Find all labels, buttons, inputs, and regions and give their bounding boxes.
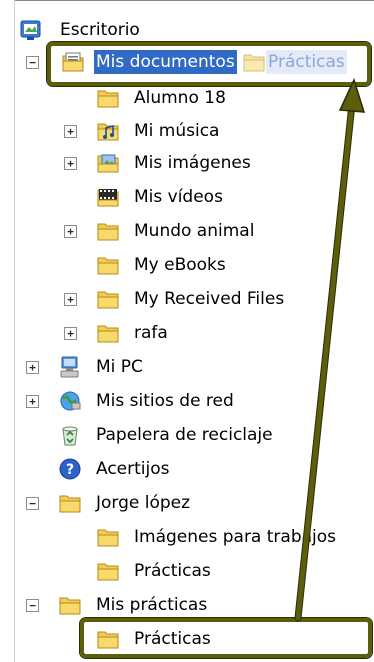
pictures-folder-icon xyxy=(96,151,120,175)
tree-item-label: Papelera de reciclaje xyxy=(96,425,273,445)
recycle-bin-icon xyxy=(58,423,82,447)
tree-item-label: My Received Files xyxy=(134,289,285,309)
expand-button[interactable]: + xyxy=(64,157,77,170)
tree-item-my-received-files[interactable]: + My Received Files xyxy=(0,284,374,314)
tree-item-label: Jorge lópez xyxy=(96,493,191,513)
tree-item-jorge-lopez[interactable]: − Jorge lópez xyxy=(0,488,374,518)
tree-item-label: Acertijos xyxy=(96,459,170,479)
tree-item-label: Imágenes para trabajos xyxy=(134,527,337,547)
collapse-button[interactable]: − xyxy=(26,497,39,510)
tree-item-label: Escritorio xyxy=(60,20,140,40)
highlight-box-target xyxy=(80,618,372,658)
folder-icon xyxy=(96,525,120,549)
tree-item-mis-practicas[interactable]: − Mis prácticas xyxy=(0,590,374,620)
tree-item-label: rafa xyxy=(134,323,168,343)
tree-item-label: Mis imágenes xyxy=(134,153,251,173)
tree-item-practicas-jorge[interactable]: Prácticas xyxy=(0,556,374,586)
tree-item-my-ebooks[interactable]: My eBooks xyxy=(0,250,374,280)
tree-item-mis-imagenes[interactable]: + Mis imágenes xyxy=(0,148,374,178)
tree-item-mi-pc[interactable]: + Mi PC xyxy=(0,352,374,382)
tree-item-label: Alumno 18 xyxy=(134,88,226,108)
tree-item-desktop[interactable]: Escritorio xyxy=(0,15,374,45)
tree-item-label: Mundo animal xyxy=(134,221,255,241)
folder-icon xyxy=(58,491,82,515)
expand-button[interactable]: + xyxy=(64,125,77,138)
folder-icon xyxy=(96,219,120,243)
tree-item-mis-sitios-de-red[interactable]: + Mis sitios de red xyxy=(0,386,374,416)
tree-item-mundo-animal[interactable]: + Mundo animal xyxy=(0,216,374,246)
videos-folder-icon xyxy=(96,185,120,209)
music-folder-icon xyxy=(96,119,120,143)
collapse-button[interactable]: − xyxy=(26,56,39,69)
tree-item-label: My eBooks xyxy=(134,255,226,275)
tree-item-label: Prácticas xyxy=(134,561,211,581)
folder-icon xyxy=(96,86,120,110)
tree-item-rafa[interactable]: + rafa xyxy=(0,318,374,348)
tree-item-label: Mi música xyxy=(134,121,220,141)
tree-item-mi-musica[interactable]: + Mi música xyxy=(0,116,374,146)
tree-item-imagenes-para-trabajos[interactable]: Imágenes para trabajos xyxy=(0,522,374,552)
expand-button[interactable]: + xyxy=(64,225,77,238)
tree-item-label: Mis prácticas xyxy=(96,595,208,615)
collapse-button[interactable]: − xyxy=(26,599,39,612)
computer-icon xyxy=(58,355,82,379)
tree-border xyxy=(14,0,374,1)
folder-icon xyxy=(96,287,120,311)
expand-button[interactable]: + xyxy=(26,395,39,408)
folder-icon xyxy=(58,593,82,617)
expand-button[interactable]: + xyxy=(64,293,77,306)
tree-item-mis-videos[interactable]: Mis vídeos xyxy=(0,182,374,212)
folder-tree: Escritorio − Mis documentos Prácticas Al… xyxy=(0,0,374,662)
expand-button[interactable]: + xyxy=(64,327,77,340)
tree-item-label: Mis vídeos xyxy=(134,187,223,207)
tree-item-label: Mis sitios de red xyxy=(96,391,234,411)
folder-icon xyxy=(96,321,120,345)
folder-icon xyxy=(96,253,120,277)
expand-button[interactable]: + xyxy=(26,361,39,374)
desktop-icon xyxy=(19,18,43,42)
tree-item-alumno18[interactable]: Alumno 18 xyxy=(0,83,374,113)
highlight-box-source xyxy=(47,42,371,86)
tree-item-label: Mi PC xyxy=(96,357,143,377)
help-icon: ? xyxy=(58,457,82,481)
network-icon xyxy=(58,389,82,413)
tree-item-acertijos[interactable]: ? Acertijos xyxy=(0,454,374,484)
tree-item-papelera[interactable]: Papelera de reciclaje xyxy=(0,420,374,450)
folder-icon xyxy=(96,559,120,583)
svg-text:?: ? xyxy=(66,462,74,478)
